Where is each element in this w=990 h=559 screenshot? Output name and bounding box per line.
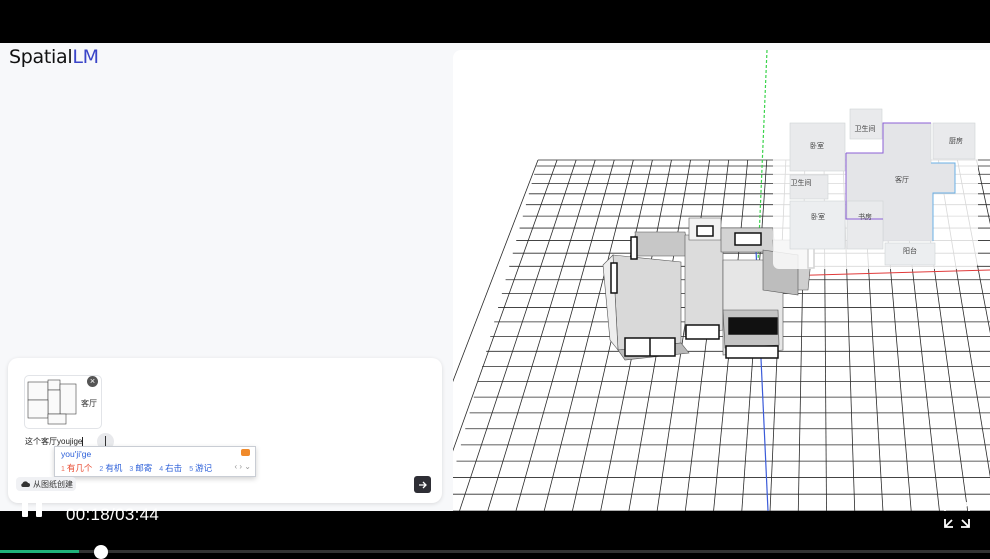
ime-candidate[interactable]: 1 有几个 — [61, 462, 92, 474]
thumbnail-label: 客厅 — [81, 399, 97, 408]
room-label: 卧室 — [811, 212, 825, 221]
create-from-drawing-button[interactable]: 从图纸创建 — [16, 477, 76, 491]
ime-page-nav[interactable]: ‹ › ⌄ — [235, 462, 251, 471]
ime-candidate-window: you'ji'ge 1 有几个 2 有机 3 邮寄 4 右击 5 游记 ‹ › ⌄ — [54, 446, 256, 477]
room-label: 书房 — [858, 212, 872, 221]
ime-candidate[interactable]: 3 邮寄 — [129, 462, 152, 474]
ime-candidate[interactable]: 2 有机 — [99, 462, 122, 474]
room-label: 卫生间 — [791, 178, 812, 187]
room-label: 阳台 — [903, 246, 917, 255]
fullscreen-icon — [944, 502, 970, 528]
ime-logo-icon — [241, 449, 250, 456]
ime-candidate[interactable]: 5 游记 — [189, 462, 212, 474]
ime-candidate[interactable]: 4 右击 — [159, 462, 182, 474]
grid-line — [487, 159, 596, 511]
grid-line — [976, 159, 990, 225]
ime-pinyin: you'ji'ge — [61, 449, 92, 459]
room-label: 厨房 — [949, 136, 963, 145]
app-logo: SpatialLM — [9, 46, 99, 68]
progress-handle[interactable] — [94, 545, 108, 559]
fullscreen-button[interactable] — [944, 502, 970, 528]
room-label: 客厅 — [895, 175, 909, 184]
send-button[interactable] — [414, 476, 431, 493]
remove-thumbnail-button[interactable]: × — [87, 376, 98, 387]
grid-line — [453, 159, 539, 383]
video-top-bar — [0, 0, 990, 43]
arrow-right-icon — [418, 481, 427, 488]
floorplan-minimap: 卧室 卫生间 厨房 客厅 卫生间 卧室 书房 阳台 — [773, 101, 978, 269]
spatiallm-app: SpatialLM 卧室 卫生间 厨房 客厅 卫生间 卧室 书房 阳台 × 客厅… — [0, 43, 990, 511]
cloud-upload-icon — [21, 481, 30, 487]
progress-fill — [0, 550, 80, 553]
progress-track[interactable] — [0, 550, 990, 553]
room-label: 卧室 — [810, 141, 824, 150]
playback-time: 00:18/03:44 — [66, 505, 160, 524]
pause-button[interactable] — [22, 491, 44, 517]
grid-line — [515, 159, 615, 511]
room-label: 卫生间 — [855, 124, 876, 133]
prompt-panel: × 客厅 这个客厅youjige you'ji'ge 1 有几个 2 有机 3 邮寄 … — [8, 358, 442, 503]
